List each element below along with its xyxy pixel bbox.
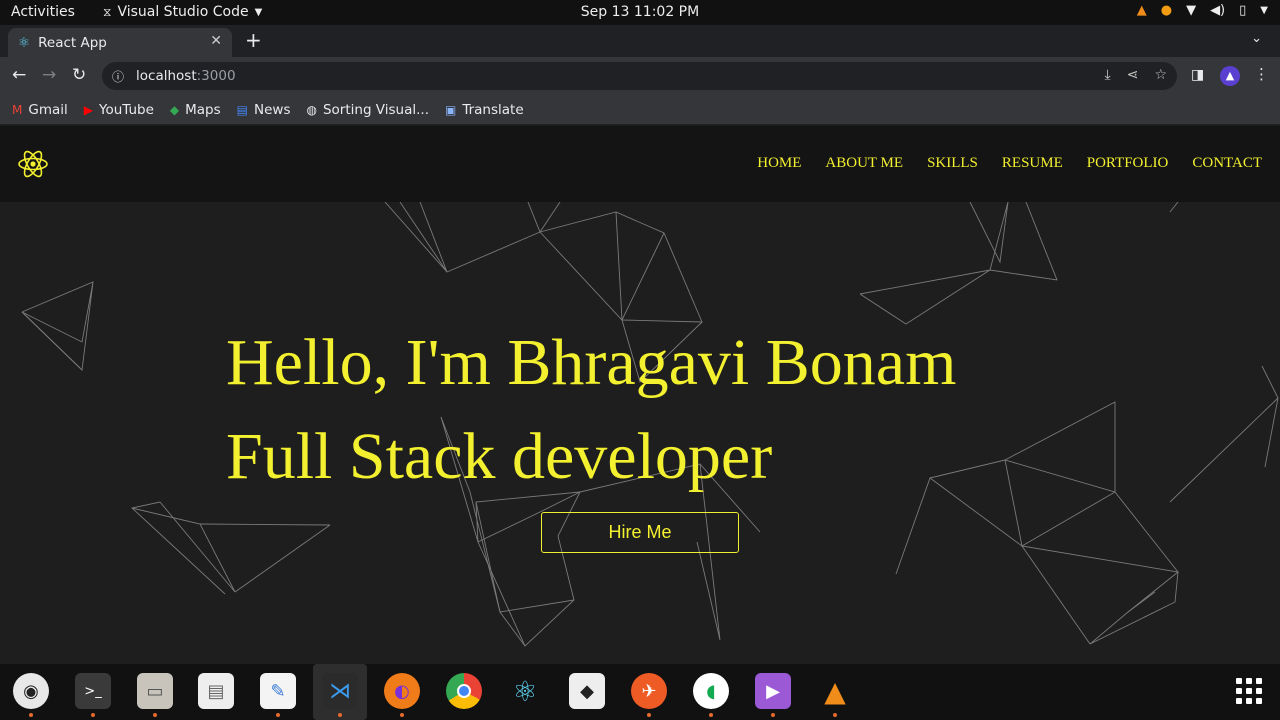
rhythmbox-icon[interactable]: ◉ <box>13 673 49 717</box>
bookmark-gmail[interactable]: M Gmail <box>12 102 68 118</box>
app-menu[interactable]: ⧖ Visual Studio Code ▼ <box>103 4 262 20</box>
site-navbar: HOME ABOUT ME SKILLS RESUME PORTFOLIO CO… <box>0 126 1280 202</box>
nav-about-me[interactable]: ABOUT ME <box>825 155 903 172</box>
back-icon[interactable]: ← <box>12 65 26 85</box>
clock[interactable]: Sep 13 11:02 PM <box>581 4 699 20</box>
share-icon[interactable]: ⋖ <box>1127 67 1139 83</box>
text-editor-icon[interactable]: ✎ <box>260 673 296 717</box>
browser-tab-strip: ⚛ React App ✕ + ⌄ <box>0 25 1280 57</box>
bookmark-news[interactable]: ▤ News <box>237 102 291 118</box>
hero-greeting: Hello, I'm Bhragavi Bonam <box>226 326 957 399</box>
bookmark-star-icon[interactable]: ☆ <box>1154 67 1167 83</box>
site-info-icon[interactable]: ⓘ <box>112 68 124 85</box>
url-port: :3000 <box>196 68 236 84</box>
site-nav-menu: HOME ABOUT ME SKILLS RESUME PORTFOLIO CO… <box>757 155 1262 172</box>
react-logo-icon[interactable] <box>16 147 50 181</box>
firefox-icon[interactable]: ◐ <box>384 673 420 717</box>
video-player-icon[interactable]: ▶ <box>755 673 791 717</box>
nav-contact[interactable]: CONTACT <box>1192 155 1262 172</box>
hire-me-button[interactable]: Hire Me <box>541 512 739 553</box>
activities-button[interactable]: Activities <box>11 4 75 20</box>
system-top-bar: Activities ⧖ Visual Studio Code ▼ Sep 13… <box>0 0 1280 25</box>
react-icon[interactable]: ⚛ <box>507 673 543 709</box>
bookmark-label: Sorting Visual... <box>322 101 429 118</box>
nav-home[interactable]: HOME <box>757 155 801 172</box>
volume-icon: ◀) <box>1210 3 1226 18</box>
terminal-icon[interactable]: >_ <box>75 673 111 717</box>
more-menu-icon[interactable]: ⋮ <box>1254 65 1269 83</box>
ubuntu-dock: ◉ >_ ▭ ▤ ✎ ⋊ ◐ ⚛ ◆ ✈ ◖ ▶ ▲ <box>0 664 1280 720</box>
react-favicon-icon: ⚛ <box>18 34 31 51</box>
show-applications-icon[interactable] <box>1236 678 1262 704</box>
bookmark-translate[interactable]: ▣ Translate <box>445 102 524 118</box>
new-tab-icon[interactable]: + <box>245 28 262 52</box>
side-panel-icon[interactable]: ◨ <box>1191 67 1204 83</box>
bookmark-sorting-visual[interactable]: ◍ Sorting Visual... <box>306 102 429 118</box>
address-bar[interactable]: ⓘ localhost:3000 ⤓ ⋖ ☆ <box>102 62 1177 90</box>
url-host: localhost <box>136 68 197 84</box>
mongodb-compass-icon[interactable]: ◖ <box>693 673 729 717</box>
bookmark-label: News <box>254 101 291 118</box>
vlc-tray-icon[interactable]: ▲ <box>1137 3 1147 18</box>
power-menu-icon[interactable]: ▼ <box>1260 5 1268 16</box>
browser-toolbar: ← → ↻ ⓘ localhost:3000 ⤓ ⋖ ☆ ◨ ▲ ⋮ <box>0 57 1280 95</box>
nav-resume[interactable]: RESUME <box>1002 155 1063 172</box>
chevron-down-icon: ▼ <box>254 6 263 18</box>
maps-icon: ◆ <box>169 102 180 117</box>
forward-icon[interactable]: → <box>42 65 56 85</box>
globe-icon: ◍ <box>306 102 317 117</box>
unity-icon[interactable]: ◆ <box>569 673 605 709</box>
system-tray[interactable]: ▲ ● ▼ ◀) ▯ ▼ <box>1137 3 1268 18</box>
bookmark-label: Gmail <box>28 101 68 118</box>
bookmark-youtube[interactable]: ▶ YouTube <box>84 102 154 118</box>
bookmarks-bar: M Gmail ▶ YouTube ◆ Maps ▤ News ◍ Sorting Vis… <box>0 95 1280 125</box>
translate-icon: ▣ <box>445 102 457 117</box>
vscode-icon: ⧖ <box>103 4 112 19</box>
tab-search-chevron-icon[interactable]: ⌄ <box>1251 31 1262 46</box>
document-viewer-icon[interactable]: ▤ <box>198 673 234 709</box>
reload-icon[interactable]: ↻ <box>72 65 86 85</box>
files-icon[interactable]: ▭ <box>137 673 173 717</box>
bookmark-label: Maps <box>185 101 221 118</box>
browser-tab[interactable]: ⚛ React App ✕ <box>8 28 232 57</box>
nav-skills[interactable]: SKILLS <box>927 155 978 172</box>
nav-portfolio[interactable]: PORTFOLIO <box>1087 155 1169 172</box>
app-menu-label: Visual Studio Code <box>117 4 249 20</box>
hero-heading: Hello, I'm Bhragavi Bonam Full Stack dev… <box>226 316 956 504</box>
postman-icon[interactable]: ✈ <box>631 673 667 717</box>
bookmark-label: Translate <box>462 101 524 118</box>
install-app-icon[interactable]: ⤓ <box>1105 67 1111 83</box>
gmail-icon: M <box>12 102 23 117</box>
wifi-icon: ▼ <box>1186 3 1197 18</box>
youtube-icon: ▶ <box>83 102 93 117</box>
news-icon: ▤ <box>236 102 248 117</box>
bookmark-maps[interactable]: ◆ Maps <box>170 102 221 118</box>
web-page: HOME ABOUT ME SKILLS RESUME PORTFOLIO CO… <box>0 126 1280 664</box>
profile-avatar[interactable]: ▲ <box>1220 66 1240 86</box>
close-tab-icon[interactable]: ✕ <box>210 33 222 49</box>
hero-role: Full Stack developer <box>226 420 773 493</box>
chrome-icon[interactable] <box>446 673 482 709</box>
url-text: localhost:3000 <box>136 68 236 84</box>
tab-title: React App <box>38 34 107 51</box>
bookmark-label: YouTube <box>98 101 154 118</box>
vlc-icon[interactable]: ▲ <box>817 673 853 717</box>
notification-dot-icon: ● <box>1160 3 1173 18</box>
vscode-icon[interactable]: ⋊ <box>322 673 358 717</box>
battery-icon: ▯ <box>1239 3 1247 18</box>
